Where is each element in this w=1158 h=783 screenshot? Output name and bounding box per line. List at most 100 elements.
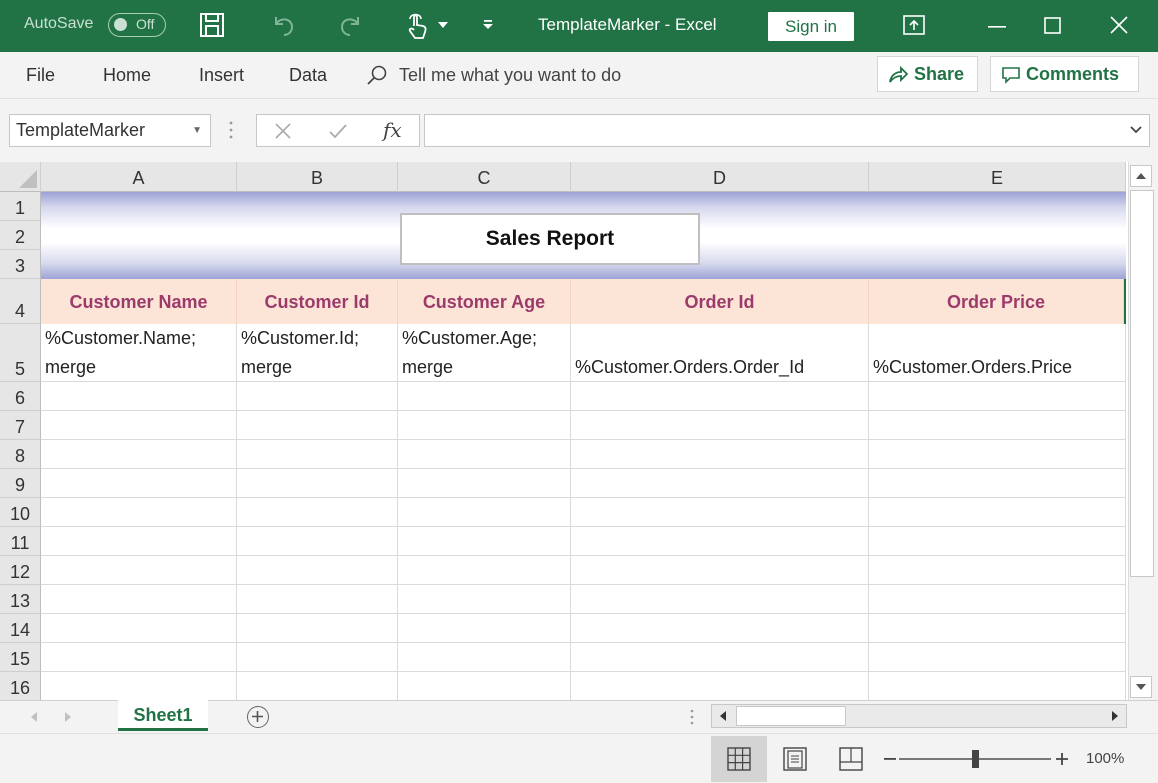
header-customer-age[interactable]: Customer Age [398,279,571,324]
sheet-tab-sheet1[interactable]: Sheet1 [118,700,208,731]
cancel-icon[interactable] [274,122,292,140]
enter-check-icon[interactable] [328,122,348,140]
drag-handle-icon[interactable] [229,121,233,139]
column-header-d[interactable]: D [571,162,869,192]
row-header-8[interactable]: 8 [0,440,41,469]
expand-formula-bar-icon[interactable] [1129,123,1143,137]
page-break-preview-button[interactable] [823,736,879,782]
marker-line: %Customer.Age; [402,328,538,348]
name-box[interactable]: TemplateMarker ▼ [9,114,211,147]
touch-mode-dropdown-icon[interactable] [438,22,448,28]
scroll-up-button[interactable] [1130,165,1152,187]
row-header-10[interactable]: 10 [0,498,41,527]
customize-toolbar-icon[interactable] [482,20,494,30]
new-sheet-button[interactable] [247,706,269,728]
row-header-13[interactable]: 13 [0,585,41,614]
ribbon-display-options-icon[interactable] [903,15,925,35]
row-header-4[interactable]: 4 [0,279,41,324]
header-customer-name[interactable]: Customer Name [41,279,237,324]
marker-line: merge [402,357,454,377]
select-all-triangle-icon [19,170,37,188]
marker-cell-b5[interactable]: %Customer.Id; merge [237,324,398,382]
tell-me-search[interactable]: Tell me what you want to do [399,65,621,86]
tab-data[interactable]: Data [289,65,327,86]
window-title: TemplateMarker - Excel [538,15,717,34]
scroll-up-icon [1136,173,1146,179]
sign-in-button[interactable]: Sign in [768,12,854,41]
scroll-down-button[interactable] [1130,676,1152,698]
scroll-right-icon[interactable] [1111,711,1119,721]
zoom-percentage[interactable]: 100% [1086,750,1124,767]
comments-button[interactable]: Comments [990,56,1139,92]
comments-label: Comments [1026,64,1120,84]
empty-cells[interactable] [41,382,1126,700]
column-header-a[interactable]: A [41,162,237,192]
marker-line [873,324,1125,353]
marker-cell-d5[interactable]: %Customer.Orders.Order_Id [571,324,869,382]
zoom-slider[interactable] [899,750,1051,768]
marker-line: %Customer.Id; [241,328,360,348]
column-header-b[interactable]: B [237,162,398,192]
tab-insert[interactable]: Insert [199,65,244,86]
horizontal-scrollbar[interactable] [711,704,1127,728]
marker-cell-c5[interactable]: %Customer.Age; merge [398,324,571,382]
marker-line: %Customer.Name; [45,328,197,348]
touch-mode-icon[interactable] [405,12,431,40]
name-box-dropdown-icon[interactable]: ▼ [192,115,202,146]
formula-input[interactable] [424,114,1150,147]
zoom-out-icon[interactable] [884,758,896,760]
zoom-in-icon[interactable] [1056,753,1068,765]
row-header-14[interactable]: 14 [0,614,41,643]
row-header-3[interactable]: 3 [0,250,41,279]
scroll-sheets-left-icon[interactable] [30,712,38,722]
marker-cell-e5[interactable]: %Customer.Orders.Price [869,324,1126,382]
worksheet-grid[interactable]: A B C D E 1 2 3 4 5 6 7 8 9 10 11 12 13 … [0,162,1128,700]
row-header-1[interactable]: 1 [0,192,41,221]
scroll-left-icon[interactable] [719,711,727,721]
tab-split-handle-icon[interactable] [690,709,694,725]
row-header-2[interactable]: 2 [0,221,41,250]
marker-line: %Customer.Orders.Price [873,357,1073,377]
ribbon-tabs: File Home Insert Data Tell me what you w… [0,52,1158,99]
comment-icon [1002,67,1020,84]
insert-function-button[interactable]: fx [383,118,402,142]
marker-cell-a5[interactable]: %Customer.Name; merge [41,324,237,382]
redo-icon[interactable] [338,12,364,38]
search-icon[interactable] [366,64,388,86]
row-header-5[interactable]: 5 [0,324,41,382]
zoom-slider-thumb[interactable] [972,750,979,768]
header-customer-id[interactable]: Customer Id [237,279,398,324]
header-order-id[interactable]: Order Id [571,279,869,324]
autosave-toggle[interactable]: Off [108,13,166,37]
page-layout-icon [783,747,807,771]
column-header-c[interactable]: C [398,162,571,192]
header-order-price[interactable]: Order Price [869,279,1124,324]
row-header-7[interactable]: 7 [0,411,41,440]
row-header-12[interactable]: 12 [0,556,41,585]
row-header-6[interactable]: 6 [0,382,41,411]
tab-home[interactable]: Home [103,65,151,86]
select-all-corner[interactable] [0,162,41,192]
row-header-16[interactable]: 16 [0,672,41,700]
minimize-icon[interactable] [988,26,1006,28]
name-box-value: TemplateMarker [16,120,146,140]
share-icon [889,66,908,83]
save-icon[interactable] [199,12,225,38]
column-header-e[interactable]: E [869,162,1126,192]
close-icon[interactable] [1110,16,1128,34]
maximize-icon[interactable] [1044,17,1061,34]
vertical-scroll-thumb[interactable] [1130,190,1154,577]
scroll-down-icon [1136,684,1146,690]
report-title[interactable]: Sales Report [400,213,700,265]
row-header-9[interactable]: 9 [0,469,41,498]
row-header-11[interactable]: 11 [0,527,41,556]
row-header-15[interactable]: 15 [0,643,41,672]
page-layout-view-button[interactable] [767,736,823,782]
status-bar: 100% [0,733,1158,783]
tab-file[interactable]: File [26,65,55,86]
scroll-sheets-right-icon[interactable] [64,712,72,722]
undo-icon[interactable] [270,12,296,38]
horizontal-scroll-thumb[interactable] [736,706,846,726]
normal-view-button[interactable] [711,736,767,782]
share-button[interactable]: Share [877,56,978,92]
